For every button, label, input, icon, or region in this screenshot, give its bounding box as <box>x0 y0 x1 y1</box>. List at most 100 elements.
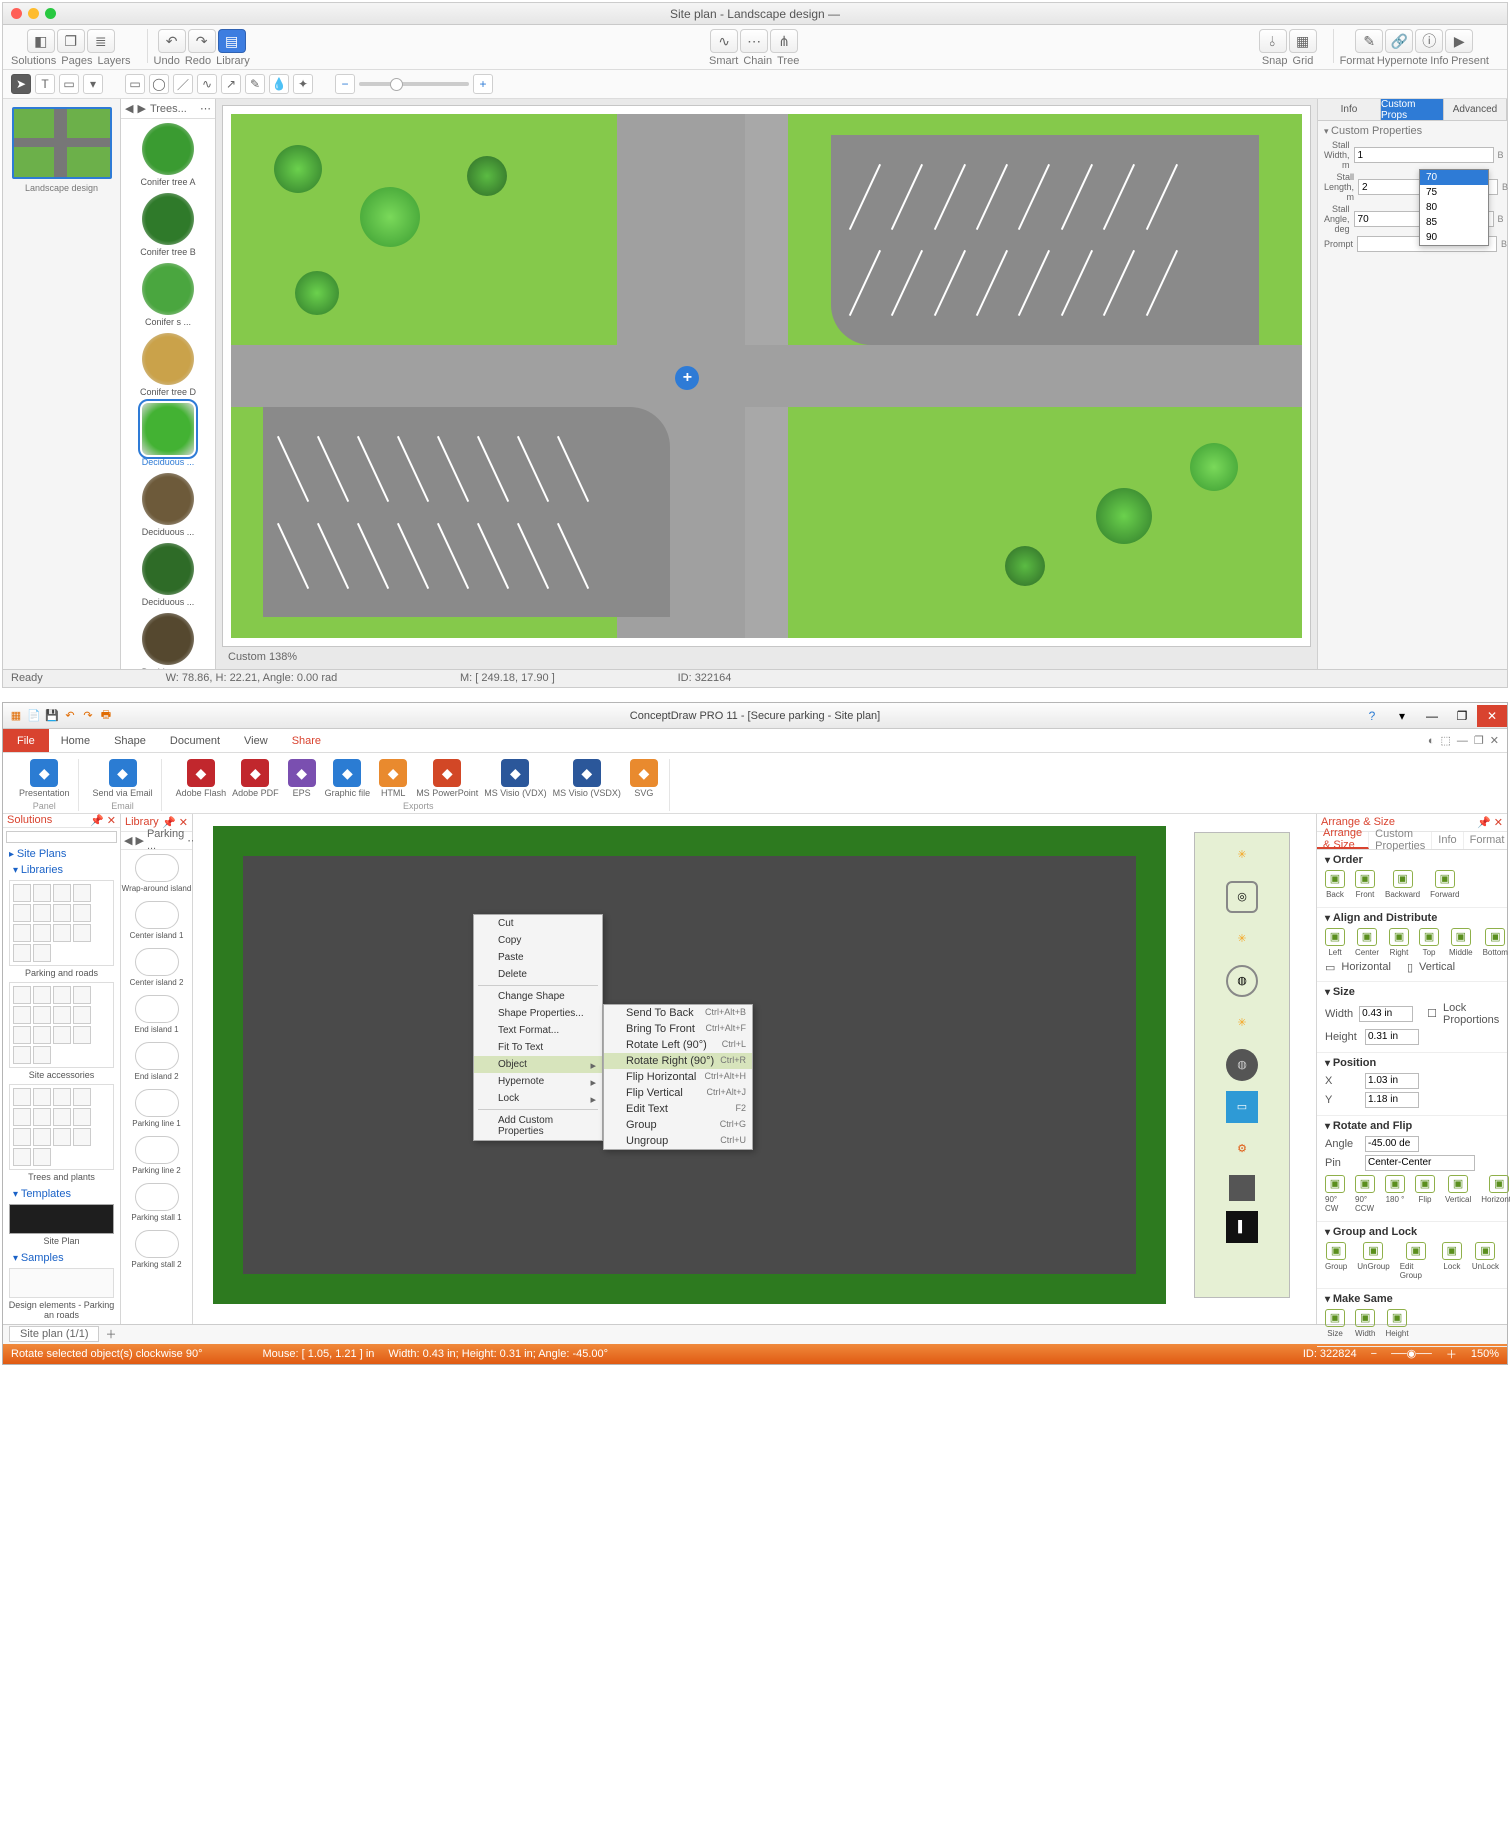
arrange-action[interactable]: ▣Width <box>1355 1309 1375 1338</box>
page-thumbnail[interactable] <box>12 107 112 179</box>
library-item[interactable]: End island 2 <box>121 1038 192 1085</box>
arrange-action[interactable]: ▣Left <box>1325 928 1345 957</box>
arrange-action[interactable]: ▣Center <box>1355 928 1379 957</box>
solutions-search[interactable] <box>6 831 117 843</box>
grid-button[interactable]: ▦ <box>1289 29 1317 53</box>
arrange-action[interactable]: ▣Back <box>1325 870 1345 899</box>
arrange-action[interactable]: ▣Forward <box>1430 870 1459 899</box>
arrange-action[interactable]: ▣Height <box>1385 1309 1408 1338</box>
submenu-item[interactable]: Flip HorizontalCtrl+Alt+H <box>604 1069 752 1085</box>
sample-thumb[interactable] <box>9 1268 114 1298</box>
ribbon-button[interactable]: ◆Send via Email <box>93 759 153 799</box>
dropdown-option[interactable]: 75 <box>1420 185 1488 200</box>
pointer-tool[interactable]: ➤ <box>11 74 31 94</box>
arrange-action[interactable]: ▣Flip <box>1415 1175 1435 1213</box>
canvas-area[interactable]: ✳ ◎ ✳ ◍ ✳ ◍ ▭ ⚙ ▌ CutCopyPasteDeleteChan… <box>193 814 1317 1324</box>
width-field[interactable] <box>1359 1006 1413 1022</box>
drop-tool[interactable]: ▾ <box>83 74 103 94</box>
smart-button[interactable]: ∿ <box>710 29 738 53</box>
context-item[interactable]: Copy <box>474 932 602 949</box>
menu-view[interactable]: View <box>232 729 280 752</box>
context-menu[interactable]: CutCopyPasteDeleteChange ShapeShape Prop… <box>473 914 603 1141</box>
context-item[interactable]: Paste <box>474 949 602 966</box>
arrange-action[interactable]: ▣Backward <box>1385 870 1420 899</box>
library-item[interactable]: Conifer tree B <box>125 193 211 257</box>
ribbon-button[interactable]: ◆Adobe PDF <box>232 759 279 799</box>
canvas[interactable]: + <box>222 105 1311 647</box>
library-item[interactable]: Parking stall 1 <box>121 1179 192 1226</box>
library-item[interactable]: Parking line 2 <box>121 1132 192 1179</box>
arrange-action[interactable]: ▣90° CW <box>1325 1175 1345 1213</box>
ribbon-button[interactable]: ◆EPS <box>285 759 319 799</box>
arrange-action[interactable]: ▣Edit Group <box>1400 1242 1432 1280</box>
menu-document[interactable]: Document <box>158 729 232 752</box>
arrange-action[interactable]: ▣Group <box>1325 1242 1347 1280</box>
window-help-icon[interactable]: ◐ <box>1428 735 1435 747</box>
ribbon-button[interactable]: ◆MS PowerPoint <box>416 759 478 799</box>
library-item[interactable]: Deciduous ... <box>125 543 211 607</box>
library-item[interactable]: Center island 2 <box>121 944 192 991</box>
add-icon[interactable]: + <box>675 366 699 390</box>
context-item[interactable]: Change Shape <box>474 988 602 1005</box>
present-button[interactable]: ▶ <box>1445 29 1473 53</box>
line-tool[interactable]: ／ <box>173 74 193 94</box>
solutions-button[interactable]: ◧ <box>27 29 55 53</box>
menu-shape[interactable]: Shape <box>102 729 158 752</box>
solutions-grid[interactable] <box>9 880 114 966</box>
library-item[interactable]: Parking stall 2 <box>121 1226 192 1273</box>
context-item[interactable]: Lock▸ <box>474 1090 602 1107</box>
inspector-tab-custom[interactable]: Custom Props <box>1381 99 1444 120</box>
library-item[interactable]: Conifer s ... <box>125 263 211 327</box>
arrange-action[interactable]: ▣Right <box>1389 928 1409 957</box>
inspector-tab-info[interactable]: Info <box>1318 99 1381 120</box>
ribbon-button[interactable]: ◆MS Visio (VDX) <box>484 759 546 799</box>
menu-home[interactable]: Home <box>49 729 102 752</box>
file-tab[interactable]: File <box>3 729 49 752</box>
pin-icon[interactable]: 📌 ✕ <box>90 814 116 827</box>
submenu-item[interactable]: UngroupCtrl+U <box>604 1133 752 1149</box>
text-tool[interactable]: T <box>35 74 55 94</box>
snap-button[interactable]: ⫰ <box>1259 29 1287 53</box>
dropdown-option[interactable]: 85 <box>1420 215 1488 230</box>
info-tab[interactable]: Info <box>1432 832 1463 849</box>
menu-share[interactable]: Share <box>280 729 333 752</box>
library-menu-icon[interactable]: ⋯ <box>200 102 211 115</box>
angle-field[interactable] <box>1365 1136 1419 1152</box>
pin-field[interactable] <box>1365 1155 1475 1171</box>
custom-props-tab[interactable]: Custom Properties <box>1369 832 1432 849</box>
context-item[interactable]: Hypernote▸ <box>474 1073 602 1090</box>
ribbon-button[interactable]: ◆HTML <box>376 759 410 799</box>
submenu-item[interactable]: Bring To FrontCtrl+Alt+F <box>604 1021 752 1037</box>
arrange-action[interactable]: ▣180 ° <box>1385 1175 1405 1213</box>
submenu-item[interactable]: GroupCtrl+G <box>604 1117 752 1133</box>
submenu-item[interactable]: Edit TextF2 <box>604 1101 752 1117</box>
library-item[interactable]: Conifer tree A <box>125 123 211 187</box>
wand-tool[interactable]: ✦ <box>293 74 313 94</box>
tree-button[interactable]: ⋔ <box>770 29 798 53</box>
zoom-in-button[interactable]: + <box>473 74 493 94</box>
format-button[interactable]: ✎ <box>1355 29 1383 53</box>
layers-button[interactable]: ≣ <box>87 29 115 53</box>
ribbon-button[interactable]: ◆Graphic file <box>325 759 371 799</box>
library-item[interactable]: Deciduous ... <box>125 473 211 537</box>
angle-dropdown[interactable]: 7075808590 <box>1419 169 1489 246</box>
arrange-action[interactable]: ▣Top <box>1419 928 1439 957</box>
prev-icon[interactable]: ◀ <box>125 102 133 115</box>
zoom-out-button[interactable]: − <box>335 74 355 94</box>
context-item[interactable]: Cut <box>474 915 602 932</box>
dropdown-option[interactable]: 80 <box>1420 200 1488 215</box>
zoom-in-icon[interactable]: ＋ <box>1446 1346 1457 1362</box>
submenu-item[interactable]: Rotate Right (90°)Ctrl+R <box>604 1053 752 1069</box>
arrange-action[interactable]: ▣UnGroup <box>1357 1242 1389 1280</box>
arrange-action[interactable]: ▣Bottom <box>1483 928 1508 957</box>
submenu-item[interactable]: Rotate Left (90°)Ctrl+L <box>604 1037 752 1053</box>
inspector-tab-advanced[interactable]: Advanced <box>1444 99 1507 120</box>
ribbon-button[interactable]: ◆SVG <box>627 759 661 799</box>
context-item[interactable]: Shape Properties... <box>474 1005 602 1022</box>
arrange-action[interactable]: ▣Lock <box>1442 1242 1462 1280</box>
library-item[interactable]: Conifer tree D <box>125 333 211 397</box>
arrange-action[interactable]: ▣UnLock <box>1472 1242 1499 1280</box>
arrange-action[interactable]: ▣Horizontal <box>1481 1175 1510 1213</box>
object-submenu[interactable]: Send To BackCtrl+Alt+BBring To FrontCtrl… <box>603 1004 753 1150</box>
arrange-tab[interactable]: Arrange & Size <box>1317 832 1369 849</box>
